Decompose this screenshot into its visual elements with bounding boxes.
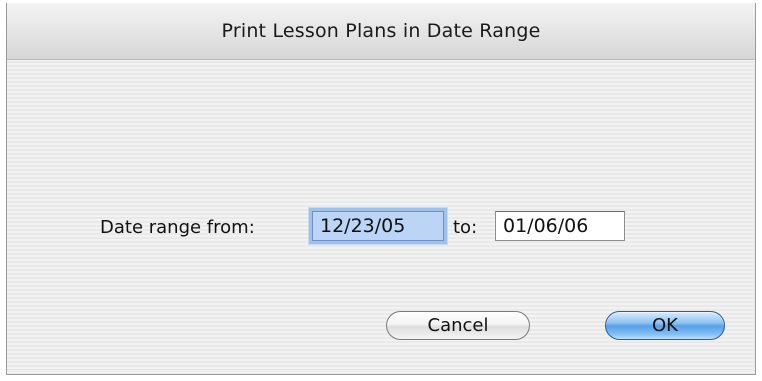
- cancel-button[interactable]: Cancel: [386, 311, 530, 340]
- dialog-titlebar[interactable]: Print Lesson Plans in Date Range: [7, 3, 755, 60]
- ok-button[interactable]: OK: [605, 311, 725, 340]
- date-range-to-label: to:: [453, 217, 478, 238]
- date-from-field[interactable]: 12/23/05: [312, 211, 444, 241]
- print-lesson-plans-dialog: Print Lesson Plans in Date Range Date ra…: [6, 3, 756, 375]
- date-to-field[interactable]: 01/06/06: [495, 211, 625, 241]
- dialog-title: Print Lesson Plans in Date Range: [221, 20, 541, 42]
- date-range-from-label: Date range from:: [100, 217, 255, 238]
